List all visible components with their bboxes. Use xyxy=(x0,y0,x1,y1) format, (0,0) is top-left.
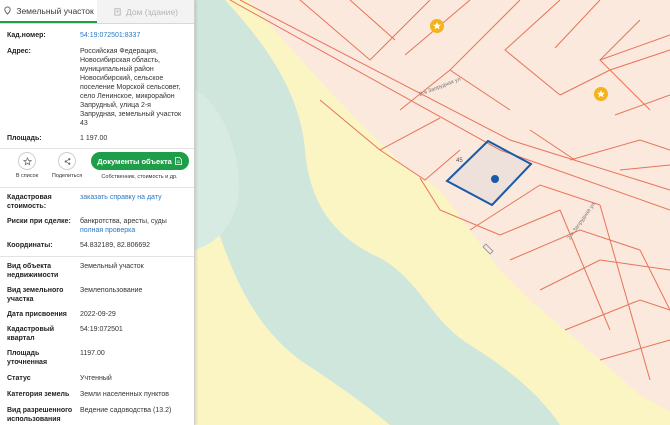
coords-label: Координаты: xyxy=(7,242,53,249)
land-type-label: Вид земельного участка xyxy=(7,287,64,303)
usage-value: Ведение садоводства (13.2) xyxy=(80,407,172,414)
info-panel: Земельный участок Дом (здание) Кад.номер… xyxy=(0,0,195,425)
land-type-row: Вид земельного участка Землепользование xyxy=(0,286,194,304)
document-icon xyxy=(174,157,182,165)
area-label: Площадь: xyxy=(7,135,42,142)
address-row: Адрес: Российская Федерация, Новосибирск… xyxy=(0,47,194,128)
share-icon xyxy=(64,157,70,165)
address-label: Адрес: xyxy=(7,48,31,55)
risks-value: банкротства, аресты, суды полная проверк… xyxy=(80,217,188,235)
area-row: Площадь: 1 197.00 xyxy=(0,134,194,144)
object-type-label: Вид объекта недвижимости xyxy=(7,263,59,279)
add-to-list-button[interactable]: В список xyxy=(7,152,47,179)
coords-row: Координаты: 54.832189, 82.806692 xyxy=(0,241,194,250)
tab-land-plot-label: Земельный участок xyxy=(16,5,94,16)
kad-row: Кад.номер: 54:19:072501:8337 xyxy=(0,31,194,42)
full-check-link[interactable]: полная проверка xyxy=(80,226,188,235)
add-to-list-label: В список xyxy=(15,173,39,179)
risks-label: Риски при сделке: xyxy=(7,218,71,225)
divider xyxy=(0,187,194,188)
area-spec-row: Площадь уточненная 1197.00 xyxy=(0,349,194,367)
object-type-value: Земельный участок xyxy=(80,263,144,270)
category-value: Земли населенных пунктов xyxy=(80,391,170,398)
details-list: Кадастровая стоимость: заказать справку … xyxy=(0,193,194,424)
order-certificate-link[interactable]: заказать справку на дату xyxy=(80,193,188,211)
action-bar: В список Поделиться Документы объекта Со… xyxy=(0,149,194,187)
divider xyxy=(0,256,194,257)
status-value: Учтенный xyxy=(80,375,112,382)
category-label: Категория земель xyxy=(7,391,70,398)
star-icon xyxy=(22,156,32,166)
category-row: Категория земель Земли населенных пункто… xyxy=(0,390,194,399)
building-icon xyxy=(114,8,121,16)
status-row: Статус Учтенный xyxy=(0,374,194,383)
panel-tabs: Земельный участок Дом (здание) xyxy=(0,0,194,24)
tab-land-plot[interactable]: Земельный участок xyxy=(0,0,97,23)
kad-number-link[interactable]: 54:19:072501:8337 xyxy=(80,31,188,42)
date-label: Дата присвоения xyxy=(7,311,67,318)
area-spec-value: 1197.00 xyxy=(80,350,105,357)
date-row: Дата присвоения 2022-09-29 xyxy=(0,310,194,319)
documents-button[interactable]: Документы объекта xyxy=(90,152,189,170)
usage-label: Вид разрешенного использования xyxy=(7,407,73,423)
docs-area: Документы объекта Собственник, стоимость… xyxy=(89,152,190,180)
selected-parcel-marker xyxy=(491,175,499,183)
date-value: 2022-09-29 xyxy=(80,311,116,318)
share-label: Поделиться xyxy=(51,173,83,179)
parcel-number: 45 xyxy=(456,158,463,164)
pin-icon xyxy=(4,6,11,15)
land-type-value: Землепользование xyxy=(80,287,143,294)
area-value: 1 197.00 xyxy=(80,135,108,142)
quarter-row: Кадастровый квартал 54:19:072501 xyxy=(0,325,194,343)
address-value: Российская Федерация, Новосибирская обла… xyxy=(80,48,182,127)
quarter-value: 54:19:072501 xyxy=(80,326,123,333)
object-type-row: Вид объекта недвижимости Земельный участ… xyxy=(0,262,194,280)
share-button[interactable]: Поделиться xyxy=(47,152,87,179)
star-pin-icon[interactable] xyxy=(430,19,444,33)
cost-row: Кадастровая стоимость: заказать справку … xyxy=(0,193,194,211)
risks-row: Риски при сделке: банкротства, аресты, с… xyxy=(0,217,194,235)
usage-row: Вид разрешенного использования Ведение с… xyxy=(0,406,194,424)
tab-house-label: Дом (здание) xyxy=(125,6,178,17)
coords-value: 54.832189, 82.806692 xyxy=(80,242,151,249)
tab-house[interactable]: Дом (здание) xyxy=(97,0,194,23)
star-pin-icon[interactable] xyxy=(594,87,608,101)
kad-label: Кад.номер: xyxy=(7,32,46,39)
cost-label: Кадастровая стоимость: xyxy=(7,194,52,210)
area-spec-label: Площадь уточненная xyxy=(7,350,48,366)
documents-subtitle: Собственник, стоимость и др. xyxy=(101,174,178,180)
status-label: Статус xyxy=(7,375,31,382)
quarter-label: Кадастровый квартал xyxy=(7,326,55,342)
